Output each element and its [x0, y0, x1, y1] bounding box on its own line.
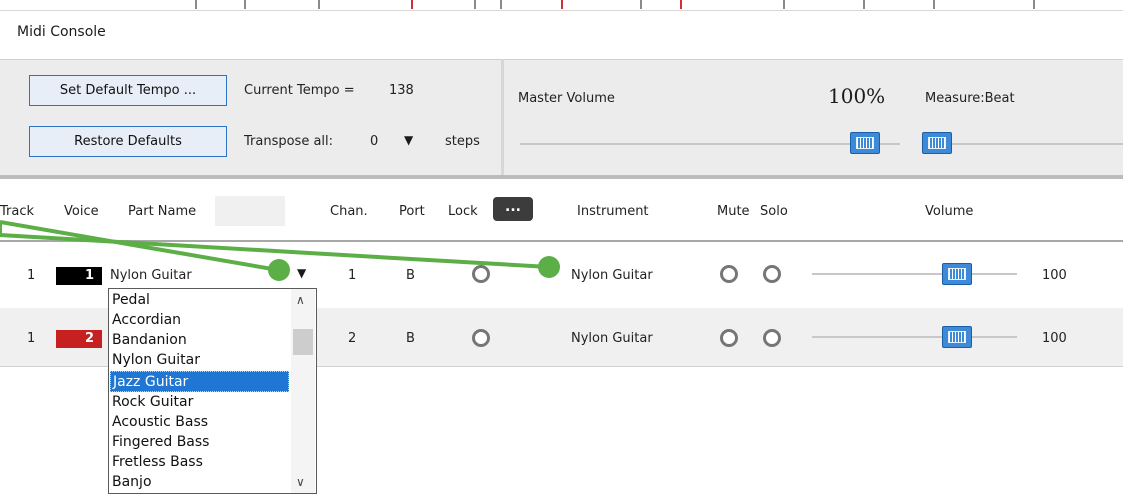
annotation-overlay — [0, 220, 560, 281]
annotation-dot — [538, 256, 560, 278]
annotation-dot — [268, 259, 290, 281]
annotation-line — [0, 220, 279, 272]
